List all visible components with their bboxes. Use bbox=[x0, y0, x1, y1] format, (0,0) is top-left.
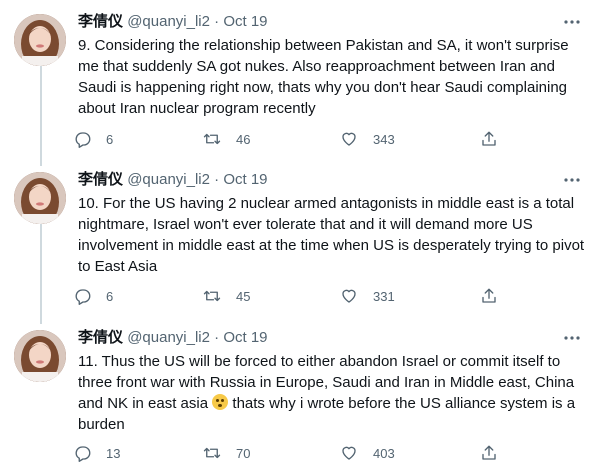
like-count: 343 bbox=[373, 131, 395, 147]
retweet-icon bbox=[203, 447, 221, 459]
thread-feed: 李倩仪 @quanyi_li2 · Oct 19 9. Considering … bbox=[0, 0, 595, 474]
tweet-date[interactable]: Oct 19 bbox=[223, 329, 267, 346]
share-icon bbox=[482, 445, 496, 460]
tweet-actions: 13 70 403 bbox=[74, 442, 514, 464]
tweet-text: 11. Thus the US will be forced to either… bbox=[78, 351, 590, 435]
share-button[interactable] bbox=[480, 128, 512, 150]
retweet-count: 70 bbox=[236, 445, 251, 461]
heart-icon bbox=[342, 446, 356, 460]
tweet-date[interactable]: Oct 19 bbox=[223, 171, 267, 188]
author-name[interactable]: 李倩仪 bbox=[78, 329, 123, 346]
avatar[interactable] bbox=[14, 330, 66, 382]
like-count: 331 bbox=[373, 288, 395, 304]
author-handle[interactable]: @quanyi_li2 bbox=[127, 13, 210, 30]
separator: · bbox=[214, 13, 220, 30]
tweet-actions: 6 46 343 bbox=[74, 128, 514, 150]
tweet-date[interactable]: Oct 19 bbox=[223, 13, 267, 30]
heart-icon bbox=[342, 132, 356, 146]
like-button[interactable]: 343 bbox=[339, 128, 395, 150]
share-icon bbox=[482, 288, 496, 303]
tweet-header: 李倩仪 @quanyi_li2 · Oct 19 bbox=[78, 328, 268, 348]
author-handle[interactable]: @quanyi_li2 bbox=[127, 329, 210, 346]
reply-button[interactable]: 6 bbox=[74, 285, 113, 307]
like-button[interactable]: 331 bbox=[339, 285, 395, 307]
reply-icon bbox=[75, 446, 91, 462]
author-name[interactable]: 李倩仪 bbox=[78, 171, 123, 188]
retweet-button[interactable]: 70 bbox=[202, 442, 250, 464]
more-icon[interactable] bbox=[560, 172, 584, 192]
reply-count: 13 bbox=[106, 445, 121, 461]
reply-icon bbox=[75, 289, 91, 305]
retweet-count: 45 bbox=[236, 288, 251, 304]
retweet-button[interactable]: 45 bbox=[202, 285, 250, 307]
separator: · bbox=[214, 329, 220, 346]
author-handle[interactable]: @quanyi_li2 bbox=[127, 171, 210, 188]
share-button[interactable] bbox=[480, 285, 512, 307]
tweet-header: 李倩仪 @quanyi_li2 · Oct 19 bbox=[78, 170, 268, 190]
retweet-icon bbox=[203, 290, 221, 302]
heart-icon bbox=[342, 289, 356, 303]
like-count: 403 bbox=[373, 445, 395, 461]
more-icon[interactable] bbox=[560, 330, 584, 350]
author-name[interactable]: 李倩仪 bbox=[78, 13, 123, 30]
more-icon[interactable] bbox=[560, 14, 584, 34]
reply-button[interactable]: 6 bbox=[74, 128, 113, 150]
flushed-face-icon bbox=[212, 394, 229, 410]
tweet-actions: 6 45 331 bbox=[74, 285, 514, 307]
thread-connector bbox=[40, 224, 42, 324]
thread-connector bbox=[40, 66, 42, 166]
separator: · bbox=[214, 171, 220, 188]
reply-icon bbox=[75, 132, 91, 148]
tweet-text: 10. For the US having 2 nuclear armed an… bbox=[78, 195, 585, 275]
retweet-button[interactable]: 46 bbox=[202, 128, 250, 150]
retweet-icon bbox=[203, 133, 221, 145]
reply-count: 6 bbox=[106, 131, 114, 147]
reply-button[interactable]: 13 bbox=[74, 442, 120, 464]
avatar[interactable] bbox=[14, 14, 66, 66]
share-button[interactable] bbox=[480, 442, 512, 464]
like-button[interactable]: 403 bbox=[339, 442, 395, 464]
tweet-header: 李倩仪 @quanyi_li2 · Oct 19 bbox=[78, 12, 268, 32]
tweet-text: 9. Considering the relationship between … bbox=[78, 37, 569, 117]
share-icon bbox=[482, 131, 496, 146]
reply-count: 6 bbox=[106, 288, 114, 304]
avatar[interactable] bbox=[14, 172, 66, 224]
retweet-count: 46 bbox=[236, 131, 251, 147]
